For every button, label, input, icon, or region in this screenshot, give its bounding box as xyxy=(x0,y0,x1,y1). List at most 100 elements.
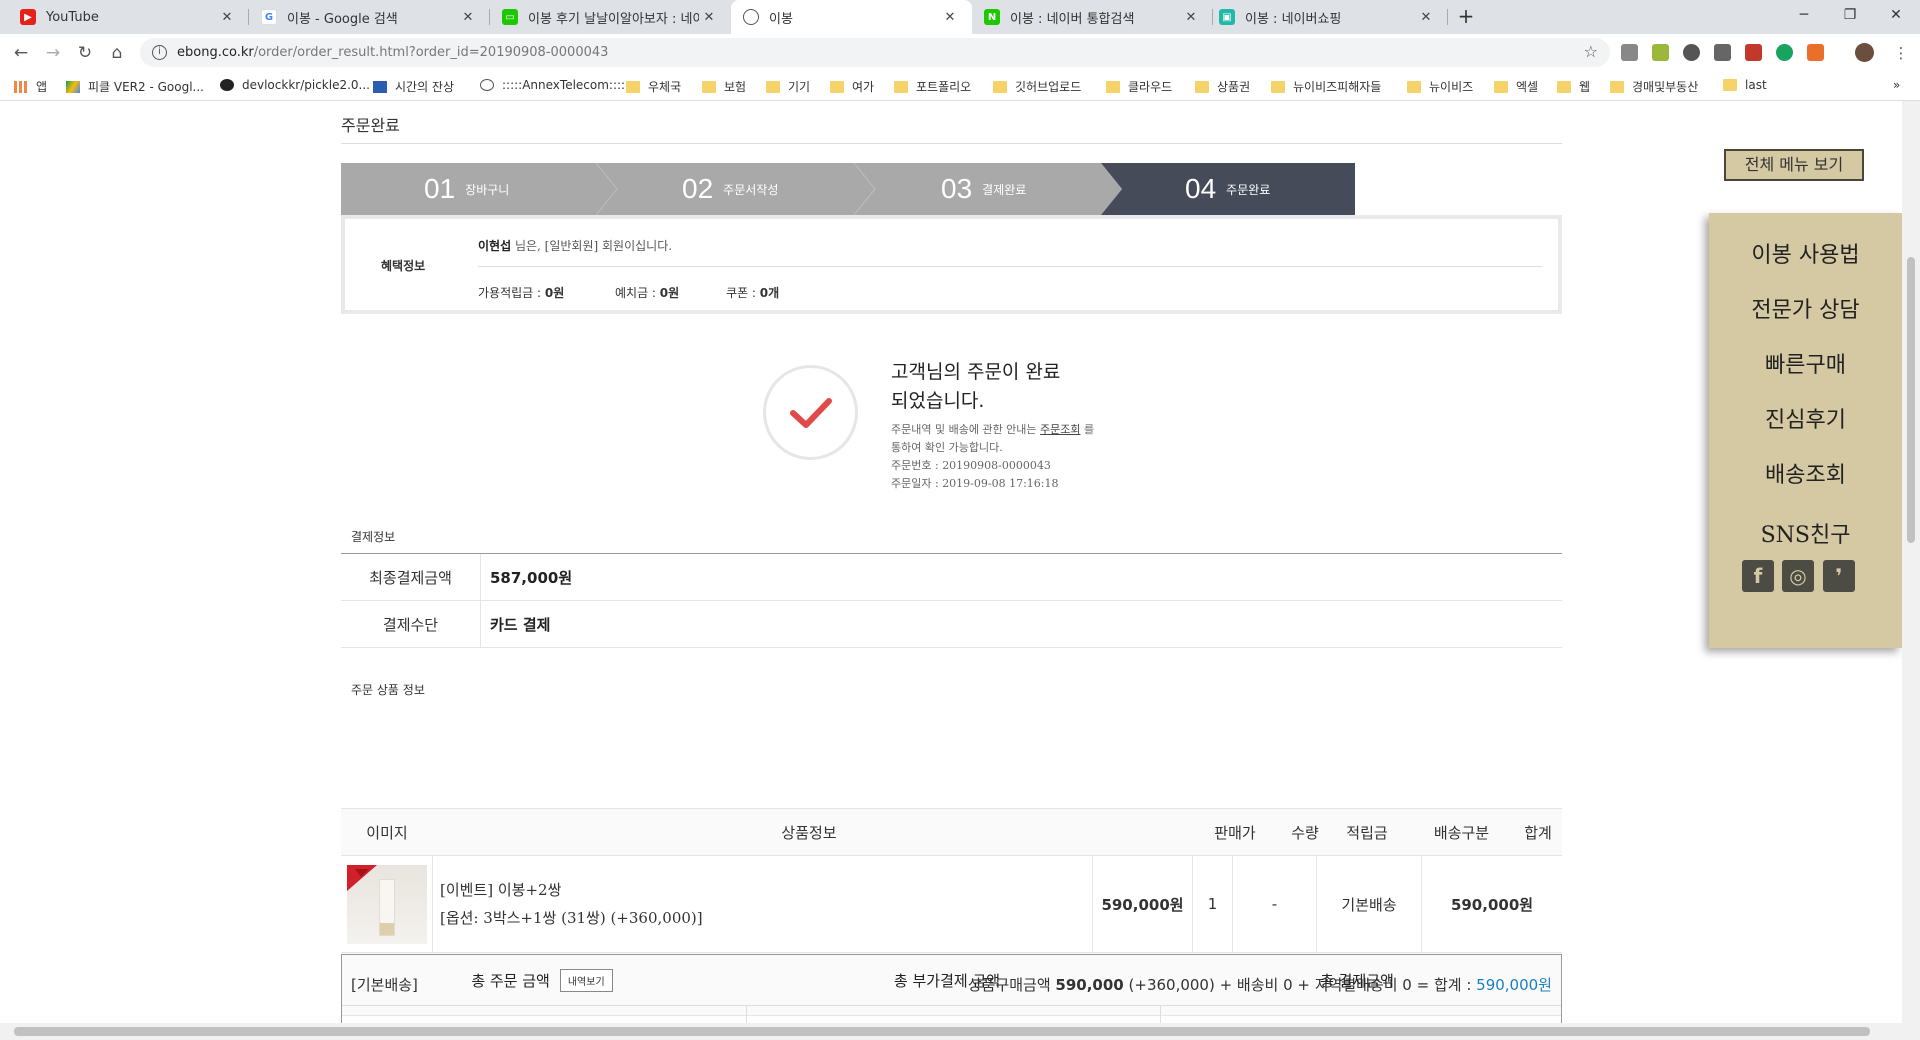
bookmark-folder[interactable]: 기기 xyxy=(766,78,810,95)
order-number: 주문번호 : 20190908-0000043 xyxy=(891,459,1051,472)
reload-icon[interactable]: ↻ xyxy=(72,40,98,66)
bookmark-folder[interactable]: 포트폴리오 xyxy=(894,78,971,95)
bookmark-folder[interactable]: 깃허브업로드 xyxy=(993,78,1081,95)
menu-dots-icon[interactable]: ⋮ xyxy=(1888,40,1914,66)
close-icon[interactable]: ✕ xyxy=(458,10,478,25)
bookmark-item[interactable]: :::::AnnexTelecom::::: xyxy=(480,78,629,92)
extension-icon[interactable] xyxy=(1683,44,1700,61)
full-menu-button[interactable]: 전체 메뉴 보기 xyxy=(1724,149,1864,181)
tab-google[interactable]: G 이봉 - Google 검색 ✕ xyxy=(249,0,490,34)
kakaostory-icon[interactable]: ❜ xyxy=(1823,560,1855,592)
folder-icon xyxy=(1494,80,1508,93)
side-menu-usage[interactable]: 이봉 사용법 xyxy=(1709,237,1902,269)
bookmark-folder[interactable]: 여가 xyxy=(830,78,874,95)
folder-icon xyxy=(1407,80,1421,93)
bookmark-folder[interactable]: 엑셀 xyxy=(1494,78,1538,95)
product-name[interactable]: [이벤트] 이봉+2쌍 xyxy=(440,876,561,904)
step-order-form: 02 주문서작성 xyxy=(682,173,779,204)
total-extra-payment-label: 총 부가결제 금액 xyxy=(893,971,1001,990)
site-info-icon[interactable]: i xyxy=(152,45,167,60)
vertical-scrollbar[interactable] xyxy=(1902,101,1920,1023)
facebook-icon[interactable]: f xyxy=(1742,560,1774,592)
order-date: 주문일자 : 2019-09-08 17:16:18 xyxy=(891,477,1059,490)
bookmark-folder[interactable]: last xyxy=(1723,78,1767,92)
tab-title: 이봉 : 네이버쇼핑 xyxy=(1245,11,1342,27)
product-shipping: 기본배송 xyxy=(1317,856,1422,952)
bookmark-item[interactable]: 시간의 잔상 xyxy=(373,78,454,95)
pdf-extension-icon[interactable] xyxy=(1745,44,1762,61)
horizontal-scrollbar[interactable] xyxy=(0,1023,1920,1040)
back-icon[interactable]: ← xyxy=(8,40,34,66)
close-icon[interactable]: ✕ xyxy=(1181,10,1201,25)
bookmark-star-icon[interactable]: ☆ xyxy=(1584,42,1598,61)
bookmarks-overflow-icon[interactable]: » xyxy=(1893,78,1900,92)
complete-details: 주문내역 및 배송에 관한 안내는 주문조회 를 통하여 확인 가능합니다. 주… xyxy=(891,421,1141,493)
tab-naver-shopping[interactable]: ▣ 이봉 : 네이버쇼핑 ✕ xyxy=(1207,0,1448,34)
total-payment-label: 총 결제금액 xyxy=(1320,971,1394,990)
order-lookup-link[interactable]: 주문조회 xyxy=(1040,423,1080,436)
close-icon[interactable]: ✕ xyxy=(940,10,960,25)
bookmark-folder[interactable]: 우체국 xyxy=(626,78,681,95)
folder-icon xyxy=(1195,80,1209,93)
tab-youtube[interactable]: ▶ YouTube ✕ xyxy=(8,0,249,34)
folder-icon xyxy=(993,80,1007,93)
order-steps: 01 장바구니 02 주문서작성 03 결제완료 04 주문완료 xyxy=(341,163,1355,215)
bookmark-folder[interactable]: 웹 xyxy=(1557,78,1590,95)
step-order-complete: 04 주문완료 xyxy=(1185,173,1271,204)
close-icon[interactable]: ✕ xyxy=(217,10,237,25)
drive-icon xyxy=(66,80,80,93)
new-tab-button[interactable]: + xyxy=(1452,4,1480,30)
instagram-icon[interactable]: ◎ xyxy=(1782,560,1814,592)
tab-title: 이봉 : 네이버 통합검색 xyxy=(1010,11,1135,27)
profile-avatar[interactable] xyxy=(1855,43,1874,62)
tab-ebong-active[interactable]: 이봉 ✕ xyxy=(731,0,972,34)
address-bar[interactable]: i ebong.co.kr/order/order_result.html?or… xyxy=(140,38,1610,67)
order-summary: 총 주문 금액 내역보기 총 부가결제 금액 총 결제금액 xyxy=(341,954,1562,1023)
apps-grid-icon xyxy=(14,80,28,93)
tab-naver-search[interactable]: N 이봉 : 네이버 통합검색 ✕ xyxy=(972,0,1213,34)
forward-icon[interactable]: → xyxy=(40,40,66,66)
bookmark-folder[interactable]: 클라우드 xyxy=(1106,78,1172,95)
coupon-stat: 쿠폰 : 0개 xyxy=(726,286,780,300)
extension-icon[interactable] xyxy=(1652,44,1669,61)
grammarly-extension-icon[interactable] xyxy=(1776,44,1793,61)
folder-icon xyxy=(702,80,716,93)
detail-view-button[interactable]: 내역보기 xyxy=(559,968,613,992)
close-icon[interactable]: ✕ xyxy=(1416,10,1436,25)
extension-icon[interactable] xyxy=(1807,44,1824,61)
bookmark-item[interactable]: devlockkr/pickle2.0... xyxy=(220,78,370,92)
complete-heading: 고객님의 주문이 완료 되었습니다. xyxy=(891,361,1061,412)
browser-toolbar: ← → ↻ ⌂ i ebong.co.kr/order/order_result… xyxy=(0,34,1920,71)
bookmark-folder[interactable]: 경매및부동산 xyxy=(1610,78,1698,95)
side-menu-reviews[interactable]: 진심후기 xyxy=(1709,402,1902,434)
table-row: [이벤트] 이봉+2쌍 [옵션: 3박스+1쌍 (31쌍) (+360,000)… xyxy=(341,856,1562,953)
browser-window: ▶ YouTube ✕ G 이봉 - Google 검색 ✕ ▭ 이봉 후기 날… xyxy=(0,0,1920,1040)
payment-table: 최종결제금액 587,000원 결제수단 카드 결제 xyxy=(341,553,1562,648)
download-extension-icon[interactable] xyxy=(1714,44,1731,61)
deposit-stat: 예치금 : 0원 xyxy=(615,286,680,300)
home-icon[interactable]: ⌂ xyxy=(104,40,130,66)
product-image[interactable] xyxy=(346,864,427,944)
close-icon[interactable]: ✕ xyxy=(699,10,719,25)
bookmark-folder[interactable]: 뉴이비즈피해자들 xyxy=(1271,78,1381,95)
side-menu-quick-buy[interactable]: 빠른구매 xyxy=(1709,347,1902,379)
camera-extension-icon[interactable] xyxy=(1621,44,1638,61)
bookmark-apps[interactable]: 앱 xyxy=(14,78,47,95)
bookmark-folder[interactable]: 뉴이비즈 xyxy=(1407,78,1473,95)
bookmark-item[interactable]: 피클 VER2 - Googl... xyxy=(66,78,204,95)
naver-icon: N xyxy=(984,9,1000,25)
maximize-icon[interactable]: ❐ xyxy=(1827,0,1873,30)
side-menu-delivery[interactable]: 배송조회 xyxy=(1709,457,1902,489)
minimize-icon[interactable]: ─ xyxy=(1781,0,1827,30)
tab-blog[interactable]: ▭ 이봉 후기 날날이알아보자 : 네이 ✕ xyxy=(490,0,731,34)
side-menu-consult[interactable]: 전문가 상담 xyxy=(1709,292,1902,324)
order-complete-circle xyxy=(763,365,858,460)
scrollbar-thumb[interactable] xyxy=(1907,257,1915,543)
bookmarks-bar: 앱 피클 VER2 - Googl... devlockkr/pickle2.0… xyxy=(0,71,1920,101)
bookmark-folder[interactable]: 상품권 xyxy=(1195,78,1250,95)
side-menu-sns: SNS친구 xyxy=(1760,523,1851,548)
window-close-icon[interactable]: ✕ xyxy=(1873,0,1919,30)
scrollbar-thumb[interactable] xyxy=(14,1027,1870,1036)
bookmark-folder[interactable]: 보험 xyxy=(702,78,746,95)
github-icon xyxy=(220,79,234,91)
